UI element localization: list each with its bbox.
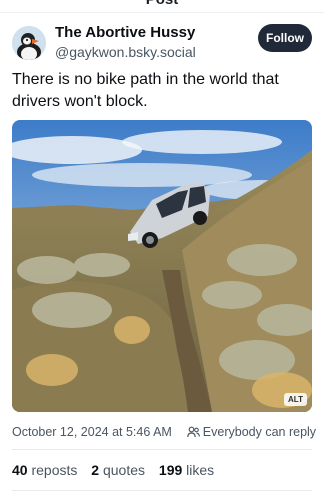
post-timestamp: October 12, 2024 at 5:46 AM	[12, 425, 172, 439]
top-bar: Post	[0, 0, 324, 13]
reply-setting-label: Everybody can reply	[202, 425, 317, 439]
quotes-count: 2	[91, 462, 100, 478]
post-meta: October 12, 2024 at 5:46 AM Everybody ca…	[12, 425, 317, 439]
post-author-row: The Abortive Hussy @gaykwon.bsky.social …	[12, 22, 312, 66]
quotes-label: quotes	[102, 462, 146, 478]
puffin-avatar-icon	[12, 26, 46, 60]
post-image[interactable]: ALT	[12, 120, 312, 412]
reposts-label: reposts	[31, 462, 78, 478]
reposts-stat[interactable]: 40 reposts	[12, 462, 77, 478]
reposts-count: 40	[12, 462, 28, 478]
engagement-stats: 40 reposts 2 quotes 199 likes	[12, 462, 224, 478]
author-avatar[interactable]	[12, 26, 46, 60]
post-text: There is no bike path in the world that …	[12, 71, 279, 110]
follow-button[interactable]: Follow	[258, 24, 312, 52]
likes-label: likes	[186, 462, 215, 478]
quotes-stat[interactable]: 2 quotes	[91, 462, 145, 478]
reply-setting[interactable]: Everybody can reply	[186, 425, 317, 439]
likes-stat[interactable]: 199 likes	[159, 462, 214, 478]
divider-top	[12, 449, 312, 450]
page-title: Post	[0, 0, 324, 8]
author-display-name[interactable]: The Abortive Hussy	[55, 24, 195, 41]
divider-bottom	[12, 490, 312, 491]
likes-count: 199	[158, 462, 183, 478]
author-handle[interactable]: @gaykwon.bsky.social	[55, 44, 196, 60]
people-icon	[186, 426, 200, 438]
alt-text-badge[interactable]: ALT	[284, 393, 307, 406]
car-on-trail-photo	[12, 120, 312, 412]
